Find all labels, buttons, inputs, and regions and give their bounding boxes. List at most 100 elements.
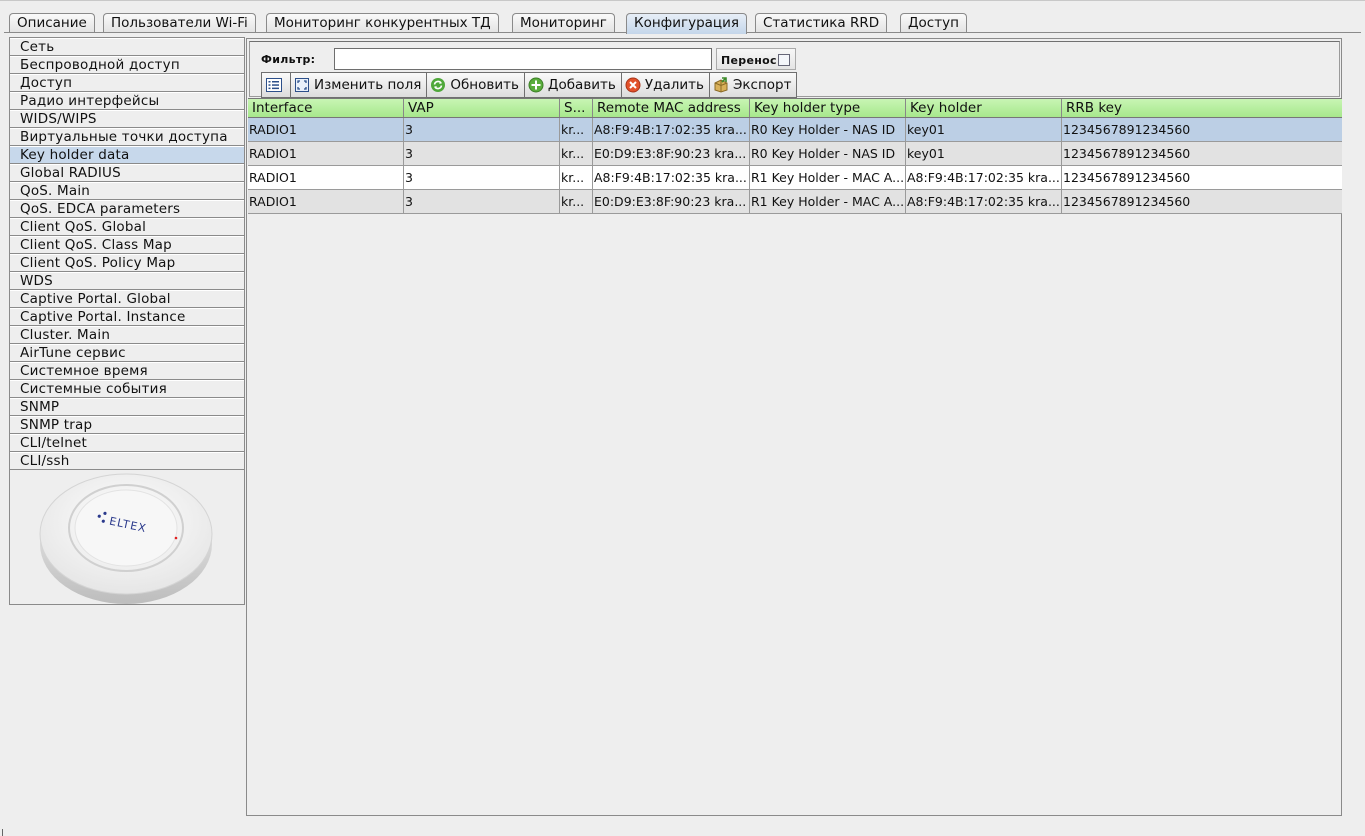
sidebar-item-cli-telnet[interactable]: CLI/telnet [10,434,244,452]
filter-toolbar-area: Фильтр: Перенос Изменить поля Обновить Д… [249,41,1340,98]
sidebar-item-captive-portal-global[interactable]: Captive Portal. Global [10,290,244,308]
wrap-label: Перенос [721,54,777,67]
column-header-rrb-key[interactable]: RRB key [1062,99,1342,117]
tab-rrd-stats[interactable]: Статистика RRD [755,13,888,33]
cell-key-holder-type: R1 Key Holder - MAC A... [750,166,906,189]
delete-icon [625,77,641,93]
cell-interface: RADIO1 [248,118,404,141]
sidebar-item-snmp-trap[interactable]: SNMP trap [10,416,244,434]
table-row[interactable]: RADIO1 3 kr... E0:D9:E3:8F:90:23 kra... … [248,190,1342,214]
cell-rrb-key: 1234567891234560 [1063,122,1191,137]
cell-key-holder-type: R0 Key Holder - NAS ID [750,142,906,165]
sidebar-item-network[interactable]: Сеть [10,38,244,56]
tab-access[interactable]: Доступ [900,13,967,33]
cell-key-holder: A8:F9:4B:17:02:35 kra... [906,190,1062,213]
sidebar-item-cli-ssh[interactable]: CLI/ssh [10,452,244,470]
edit-columns-label: Изменить поля [314,77,422,93]
column-header-remote-mac[interactable]: Remote MAC address [593,99,750,117]
filter-input[interactable] [334,48,712,70]
cell-vap: 3 [404,190,560,213]
cell-vap: 3 [404,118,560,141]
access-point-device-image: ELTEX [39,473,213,604]
wrap-toggle[interactable]: Перенос [716,48,796,70]
status-bar-edge [2,829,12,836]
cell-ssid: kr... [560,142,593,165]
sidebar-item-cluster-main[interactable]: Cluster. Main [10,326,244,344]
key-holder-table: Interface VAP S... Remote MAC address Ke… [248,98,1342,214]
tab-rogue-ap-monitoring[interactable]: Мониторинг конкурентных ТД [266,13,499,33]
cell-remote-mac: E0:D9:E3:8F:90:23 kra... [593,190,750,213]
config-sidebar: Сеть Беспроводной доступ Доступ Радио ин… [9,37,245,605]
export-icon [714,77,728,93]
cell-key-holder: key01 [906,142,1062,165]
sidebar-item-key-holder-data[interactable]: Key holder data [10,146,244,164]
list-icon [266,78,282,92]
sidebar-item-radio-interfaces[interactable]: Радио интерфейсы [10,92,244,110]
column-header-vap[interactable]: VAP [404,99,560,117]
cell-vap: 3 [404,166,560,189]
cell-ssid: kr... [560,166,593,189]
sidebar-item-wds[interactable]: WDS [10,272,244,290]
cell-ssid: kr... [560,190,593,213]
refresh-button[interactable]: Обновить [426,72,525,98]
tab-configuration[interactable]: Конфигурация [626,13,747,34]
sidebar-item-access[interactable]: Доступ [10,74,244,92]
delete-button[interactable]: Удалить [620,72,710,98]
sidebar-item-client-qos-policy-map[interactable]: Client QoS. Policy Map [10,254,244,272]
cell-key-holder-type: R1 Key Holder - MAC A... [750,190,906,213]
filter-label: Фильтр: [261,53,316,66]
column-header-interface[interactable]: Interface [248,99,404,117]
table-row[interactable]: RADIO1 3 kr... A8:F9:4B:17:02:35 kra... … [248,166,1342,190]
sidebar-item-wids-wips[interactable]: WIDS/WIPS [10,110,244,128]
cell-remote-mac: A8:F9:4B:17:02:35 kra... [593,118,750,141]
sidebar-item-system-events[interactable]: Системные события [10,380,244,398]
export-button[interactable]: Экспорт [708,72,798,98]
cell-key-holder: key01 [906,118,1062,141]
wrap-checkbox[interactable] [778,54,790,66]
table-row[interactable]: RADIO1 3 kr... A8:F9:4B:17:02:35 kra... … [248,118,1342,142]
tab-wifi-users[interactable]: Пользователи Wi-Fi [103,13,256,33]
cell-remote-mac: A8:F9:4B:17:02:35 kra... [593,166,750,189]
column-list-button[interactable] [261,72,291,98]
sidebar-item-client-qos-class-map[interactable]: Client QoS. Class Map [10,236,244,254]
table-row[interactable]: RADIO1 3 kr... E0:D9:E3:8F:90:23 kra... … [248,142,1342,166]
column-header-ssid[interactable]: S... [560,99,593,117]
content-panel: Фильтр: Перенос Изменить поля Обновить Д… [246,38,1342,816]
cell-interface: RADIO1 [248,190,404,213]
sidebar-item-qos-edca[interactable]: QoS. EDCA parameters [10,200,244,218]
cell-key-holder-type: R0 Key Holder - NAS ID [750,118,906,141]
export-label: Экспорт [732,77,792,93]
sidebar-item-snmp[interactable]: SNMP [10,398,244,416]
add-button[interactable]: Добавить [523,72,622,98]
cell-interface: RADIO1 [248,166,404,189]
cell-vap: 3 [404,142,560,165]
refresh-icon [431,78,446,92]
table-toolbar: Изменить поля Обновить Добавить Удалить … [261,72,798,98]
sidebar-item-wireless-access[interactable]: Беспроводной доступ [10,56,244,74]
sidebar-item-virtual-ap[interactable]: Виртуальные точки доступа [10,128,244,146]
delete-label: Удалить [644,77,704,93]
add-label: Добавить [547,77,616,93]
cell-key-holder: A8:F9:4B:17:02:35 kra... [906,166,1062,189]
edit-fields-icon [295,78,309,92]
sidebar-item-global-radius[interactable]: Global RADIUS [10,164,244,182]
sidebar-item-qos-main[interactable]: QoS. Main [10,182,244,200]
sidebar-item-client-qos-global[interactable]: Client QoS. Global [10,218,244,236]
sidebar-item-airtune[interactable]: AirTune сервис [10,344,244,362]
cell-remote-mac: E0:D9:E3:8F:90:23 kra... [593,142,750,165]
cell-interface: RADIO1 [248,142,404,165]
cell-ssid: kr... [560,118,593,141]
refresh-label: Обновить [450,77,519,93]
table-header: Interface VAP S... Remote MAC address Ke… [248,98,1342,118]
cell-rrb-key: 1234567891234560 [1063,146,1191,161]
sidebar-item-captive-portal-instance[interactable]: Captive Portal. Instance [10,308,244,326]
column-header-key-holder-type[interactable]: Key holder type [750,99,906,117]
column-header-key-holder[interactable]: Key holder [906,99,1062,117]
tab-description[interactable]: Описание [9,13,95,33]
edit-columns-button[interactable]: Изменить поля [290,72,428,98]
sidebar-item-system-time[interactable]: Системное время [10,362,244,380]
main-tabbar: Описание Пользователи Wi-Fi Мониторинг к… [0,0,1365,34]
plus-icon [528,77,544,93]
cell-rrb-key: 1234567891234560 [1063,170,1191,185]
tab-monitoring[interactable]: Мониторинг [512,13,615,33]
